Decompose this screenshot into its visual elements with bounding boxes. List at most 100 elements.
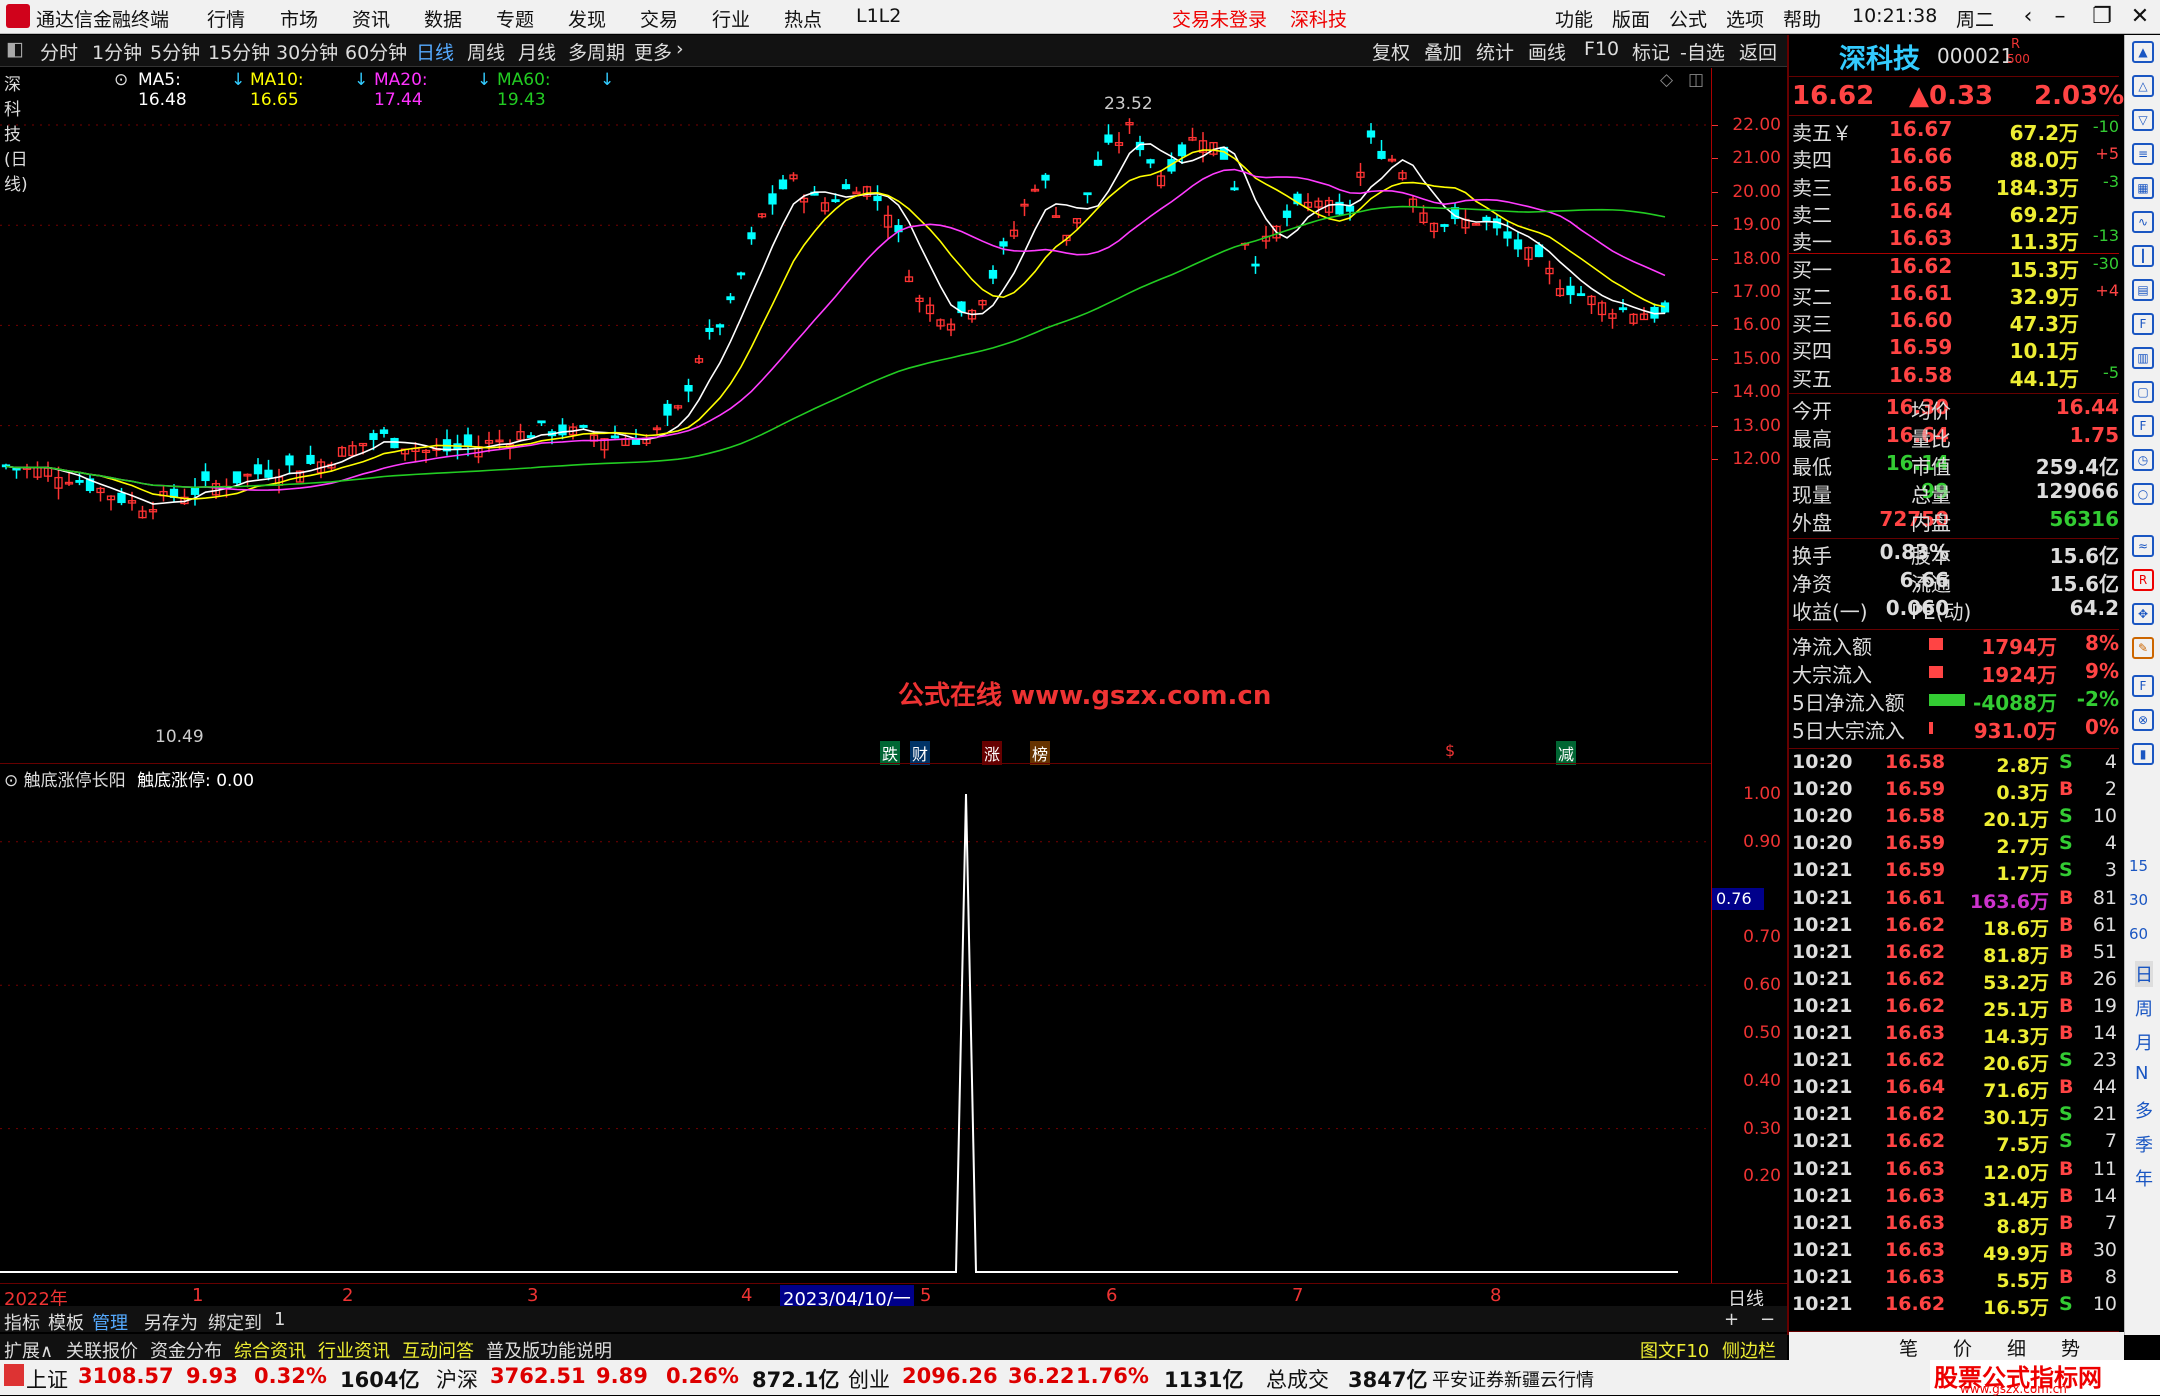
event-tag-dollar[interactable]: $	[1445, 741, 1455, 760]
bid-row[interactable]: 买五 16.58 44.1万 -5	[1789, 363, 2119, 391]
tab-guanli[interactable]: 管理	[92, 1309, 128, 1335]
pen-icon[interactable]: ✎	[2132, 637, 2154, 659]
kline-icon[interactable]: ┃	[2132, 245, 2154, 267]
tf-daily[interactable]: 日线	[416, 38, 454, 65]
nav-down-icon[interactable]: ▽	[2132, 109, 2154, 131]
bar-icon[interactable]: ▮	[2132, 743, 2154, 765]
menu-bangzhu[interactable]: 帮助	[1783, 5, 1821, 32]
side-week[interactable]: 周	[2135, 995, 2153, 1021]
ring-icon[interactable]: ○	[2132, 483, 2154, 505]
panel-tab-bi[interactable]: 笔	[1899, 1334, 1918, 1361]
tf-multi[interactable]: 多周期	[568, 38, 625, 65]
side-multi[interactable]: 多	[2135, 1097, 2153, 1123]
tab-moban[interactable]: 模板	[48, 1309, 84, 1335]
tab-1[interactable]: 1	[274, 1309, 285, 1330]
rsi-icon[interactable]: R	[2132, 569, 2154, 591]
side-day[interactable]: 日	[2135, 961, 2153, 987]
panel-tab-shi[interactable]: 势	[2061, 1334, 2080, 1361]
tool-f10[interactable]: F10	[1584, 38, 1619, 60]
nav-up-alt-icon[interactable]: △	[2132, 75, 2154, 97]
side-60[interactable]: 60	[2129, 925, 2148, 943]
zoom-in-icon[interactable]: +	[1724, 1309, 1739, 1330]
expand-icon[interactable]: ◫	[1688, 70, 1704, 90]
event-tag-cai[interactable]: 财	[910, 741, 931, 765]
ask-row[interactable]: 卖一 16.63 11.3万 -13	[1789, 226, 2119, 254]
tf-5min[interactable]: 5分钟	[150, 38, 200, 65]
table-icon[interactable]: ▤	[2132, 279, 2154, 301]
move-icon[interactable]: ✥	[2132, 603, 2154, 625]
panel-toggle-icon[interactable]: ◧	[6, 38, 24, 60]
sh-label[interactable]: 上证	[26, 1364, 68, 1394]
event-tag-zhang[interactable]: 涨	[982, 741, 1003, 765]
menu-shuju[interactable]: 数据	[424, 5, 462, 32]
menu-gongneng[interactable]: 功能	[1555, 5, 1593, 32]
zoom-out-icon[interactable]: −	[1760, 1309, 1775, 1330]
event-tag-jian[interactable]: 减	[1556, 741, 1577, 765]
tab-bangdingdao[interactable]: 绑定到	[208, 1309, 262, 1335]
tf-weekly[interactable]: 周线	[467, 38, 505, 65]
menu-jiaoyi[interactable]: 交易	[640, 5, 678, 32]
grid-icon[interactable]: ▦	[2132, 177, 2154, 199]
candlestick-chart[interactable]: 23.52 10.49 公式在线 www.gszx.com.cn	[0, 94, 1712, 760]
menu-zhuanti[interactable]: 专题	[496, 5, 534, 32]
tool-huaxian[interactable]: 画线	[1528, 38, 1566, 65]
menu-banmian[interactable]: 版面	[1612, 5, 1650, 32]
list-icon[interactable]: ≡	[2132, 143, 2154, 165]
doc-icon[interactable]: ▥	[2132, 347, 2154, 369]
line-chart-icon[interactable]: ∿	[2132, 211, 2154, 233]
indicator-name[interactable]: 触底涨停长阳	[24, 771, 126, 791]
tf-more[interactable]: 更多	[634, 38, 672, 65]
side-year[interactable]: 年	[2135, 1165, 2153, 1191]
tf-1min[interactable]: 1分钟	[92, 38, 142, 65]
hs-label[interactable]: 沪深	[436, 1364, 478, 1394]
event-tag-bang[interactable]: 榜	[1030, 741, 1051, 765]
side-season[interactable]: 季	[2135, 1131, 2153, 1157]
event-tag-die[interactable]: 跌	[880, 741, 901, 765]
fs-icon[interactable]: F	[2132, 675, 2154, 697]
ask-row[interactable]: 卖五￥ 16.67 67.2万 -10	[1789, 117, 2119, 145]
tick-list[interactable]: 10:20 16.58 2.8万 S 4 10:20 16.59 0.3万 B 2 10:20 16.…	[1789, 751, 2124, 1321]
side-month[interactable]: 月	[2135, 1029, 2153, 1055]
trade-login-status[interactable]: 交易未登录	[1172, 5, 1267, 32]
menu-shichang[interactable]: 市场	[280, 5, 318, 32]
indicator-chart[interactable]	[0, 790, 1712, 1280]
menu-faxian[interactable]: 发现	[568, 5, 606, 32]
ask-row[interactable]: 卖二 16.64 69.2万	[1789, 199, 2119, 227]
menu-hangye[interactable]: 行业	[712, 5, 750, 32]
bid-row[interactable]: 买二 16.61 32.9万 +4	[1789, 281, 2119, 309]
tf-fenshi[interactable]: 分时	[40, 38, 78, 65]
menu-xuanxiang[interactable]: 选项	[1726, 5, 1764, 32]
side-30[interactable]: 30	[2129, 891, 2148, 909]
bid-row[interactable]: 买三 16.60 47.3万	[1789, 308, 2119, 336]
diamond-icon[interactable]: ◇	[1660, 70, 1673, 90]
f12-icon[interactable]: F	[2132, 415, 2154, 437]
menu-l1l2[interactable]: L1L2	[856, 5, 901, 27]
cy-label[interactable]: 创业	[848, 1364, 890, 1394]
menu-zixun[interactable]: 资讯	[352, 5, 390, 32]
close-icon[interactable]: ✕	[2120, 2, 2160, 32]
tool-fuquan[interactable]: 复权	[1372, 38, 1410, 65]
bid-row[interactable]: 买四 16.59 10.1万	[1789, 335, 2119, 363]
tool-diejia[interactable]: 叠加	[1424, 38, 1462, 65]
bid-row[interactable]: 买一 16.62 15.3万 -30	[1789, 254, 2119, 282]
tool-fanhui[interactable]: 返回	[1739, 38, 1777, 65]
side-n[interactable]: N	[2135, 1063, 2148, 1084]
ask-row[interactable]: 卖四 16.66 88.0万 +5	[1789, 144, 2119, 172]
tool-zixuan[interactable]: -自选	[1680, 38, 1725, 65]
panel-tab-jia[interactable]: 价	[1953, 1334, 1972, 1361]
settings-circle-icon[interactable]: ⊙	[4, 771, 24, 791]
tab-lingcunwei[interactable]: 另存为	[144, 1309, 198, 1335]
tool-tongji[interactable]: 统计	[1476, 38, 1514, 65]
nav-up-icon[interactable]: ▲	[2132, 41, 2154, 63]
tab-zhibiao[interactable]: 指标	[4, 1309, 40, 1335]
menu-hangqing[interactable]: 行情	[207, 5, 245, 32]
settings-circle-icon[interactable]: ⊙	[114, 70, 128, 90]
ask-row[interactable]: 卖三 16.65 184.3万 -3	[1789, 172, 2119, 200]
minimize-icon[interactable]: –	[2040, 2, 2080, 32]
broker-name[interactable]: 平安证券新疆云行情	[1432, 1366, 1594, 1392]
restore-icon[interactable]: ❐	[2082, 2, 2122, 32]
tf-30min[interactable]: 30分钟	[276, 38, 338, 65]
side-15[interactable]: 15	[2129, 857, 2148, 875]
tf-15min[interactable]: 15分钟	[208, 38, 270, 65]
clock-icon[interactable]: ◷	[2132, 449, 2154, 471]
